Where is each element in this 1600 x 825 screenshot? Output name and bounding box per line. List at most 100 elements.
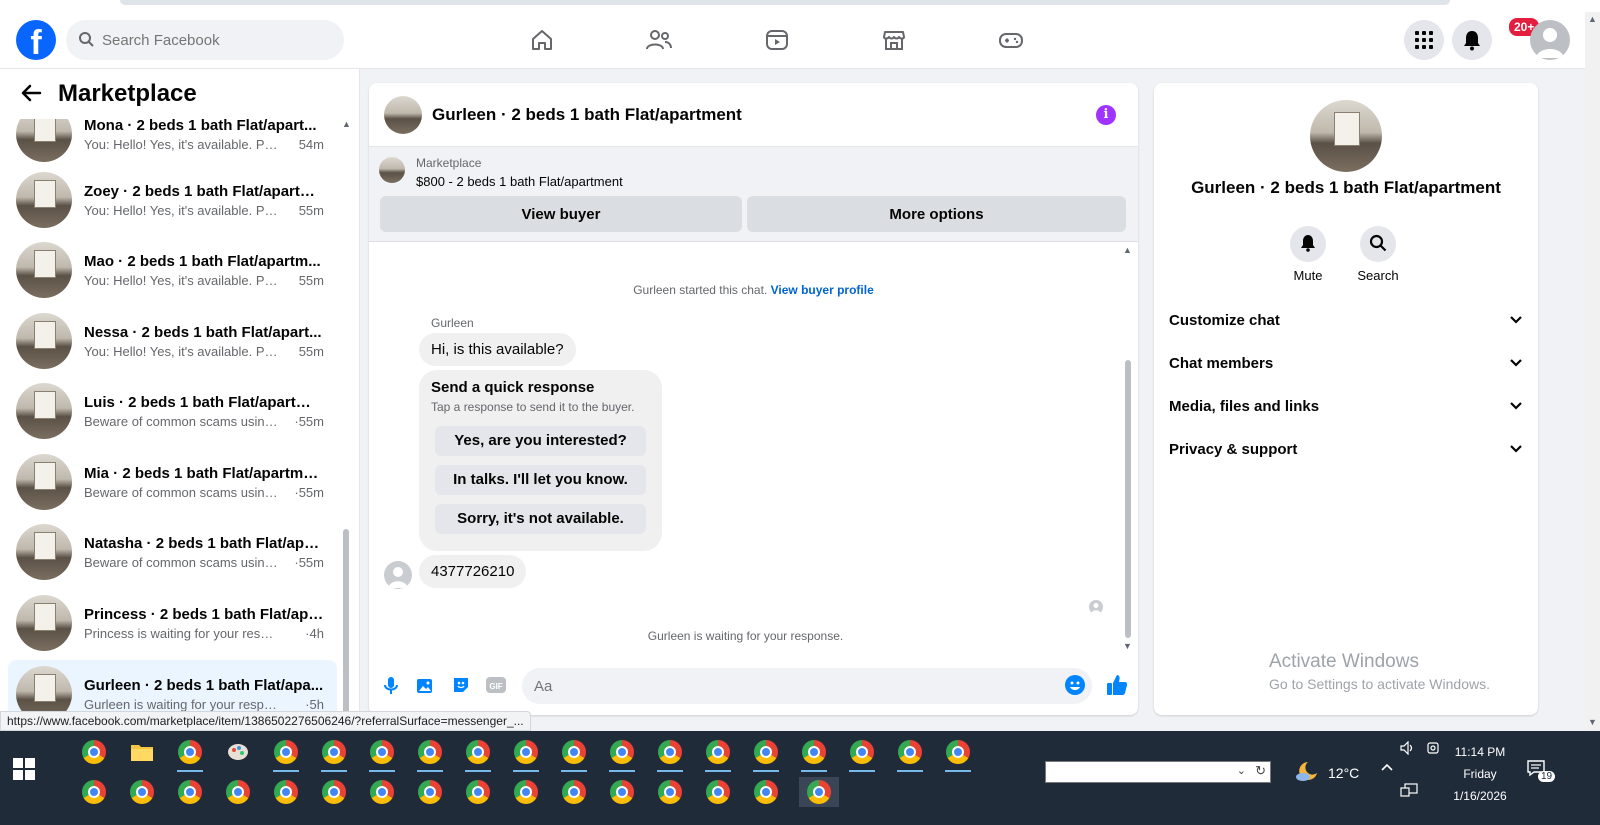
conversation-item[interactable]: Zoey · 2 beds 1 bath Flat/apartm... You:… <box>8 166 337 234</box>
chat-scrollbar[interactable]: ▲ ▼ <box>1123 243 1133 653</box>
file-explorer-taskbar-icon[interactable] <box>127 737 157 767</box>
customize-chat-section[interactable]: Customize chat <box>1169 300 1523 340</box>
conversation-item[interactable]: Natasha · 2 beds 1 bath Flat/apa... Bewa… <box>8 518 337 586</box>
chrome-profile-taskbar-icon[interactable] <box>751 777 781 807</box>
chrome-profile-taskbar-icon[interactable] <box>319 777 349 807</box>
search-box[interactable] <box>66 20 344 60</box>
conversation-item[interactable]: Princess · 2 beds 1 bath Flat/apa... Pri… <box>8 589 337 657</box>
chrome-profile-taskbar-icon[interactable] <box>511 737 541 772</box>
conversation-item[interactable]: Mao · 2 beds 1 bath Flat/apartm... You: … <box>8 236 337 304</box>
listing-thumbnail[interactable] <box>379 157 405 183</box>
quick-reply-button[interactable]: In talks. I'll let you know. <box>435 465 646 495</box>
chrome-profile-taskbar-icon[interactable] <box>223 777 253 807</box>
chrome-profile-taskbar-icon[interactable] <box>607 777 637 807</box>
quick-reply-button[interactable]: Yes, are you interested? <box>435 426 646 456</box>
gaming-icon[interactable] <box>995 24 1027 56</box>
scrollbar-thumb[interactable] <box>1125 360 1131 638</box>
more-options-button[interactable]: More options <box>747 196 1126 232</box>
search-action[interactable]: Search <box>1348 226 1408 283</box>
privacy-support-section[interactable]: Privacy & support <box>1169 429 1523 469</box>
conversation-item[interactable]: Nessa · 2 beds 1 bath Flat/apart... You:… <box>8 307 337 375</box>
taskbar-address-dropdown[interactable]: ⌄ ↻ <box>1045 761 1271 783</box>
sidebar-scrollbar[interactable]: ▲ <box>342 119 351 731</box>
chrome-profile-taskbar-icon[interactable] <box>367 777 397 807</box>
sticker-icon[interactable] <box>451 675 471 695</box>
weather-widget[interactable]: 12°C <box>1294 759 1359 786</box>
account-avatar[interactable] <box>1530 20 1570 60</box>
back-arrow-icon[interactable] <box>20 83 42 106</box>
sender-avatar[interactable] <box>384 561 412 589</box>
chrome-profile-taskbar-icon[interactable] <box>127 777 157 807</box>
like-thumb-icon[interactable] <box>1105 673 1128 695</box>
scroll-down-arrow-icon[interactable]: ▼ <box>1588 717 1597 727</box>
message-bubble[interactable]: Hi, is this available? <box>419 333 576 366</box>
message-input-box[interactable] <box>522 668 1092 704</box>
microphone-icon[interactable] <box>381 675 401 695</box>
scroll-down-arrow-icon[interactable]: ▼ <box>1123 641 1132 651</box>
chat-title[interactable]: Gurleen · 2 beds 1 bath Flat/apartment <box>432 105 742 125</box>
chrome-profile-taskbar-icon[interactable] <box>463 777 493 807</box>
video-icon[interactable] <box>761 24 793 56</box>
chrome-profile-taskbar-icon[interactable] <box>607 737 637 772</box>
mute-action[interactable]: Mute <box>1278 226 1338 283</box>
emoji-icon[interactable] <box>1065 675 1085 695</box>
chrome-profile-taskbar-icon[interactable] <box>415 777 445 807</box>
chrome-profile-taskbar-icon[interactable] <box>895 737 925 772</box>
media-files-links-section[interactable]: Media, files and links <box>1169 386 1523 426</box>
listing-price[interactable]: $800 - 2 beds 1 bath Flat/apartment <box>416 174 623 189</box>
search-input[interactable] <box>102 31 322 49</box>
conversation-item[interactable]: Luis · 2 beds 1 bath Flat/apartme... Bew… <box>8 377 337 445</box>
scroll-up-arrow-icon[interactable]: ▲ <box>1588 14 1597 24</box>
chrome-profile-taskbar-icon[interactable] <box>799 737 829 772</box>
chrome-profile-taskbar-icon[interactable] <box>559 777 589 807</box>
message-bubble[interactable]: 4377726210 <box>419 555 527 588</box>
chrome-taskbar-icon[interactable] <box>79 737 109 767</box>
view-buyer-button[interactable]: View buyer <box>380 196 742 232</box>
chrome-profile-taskbar-icon[interactable] <box>79 777 109 807</box>
page-scrollbar[interactable]: ▲ ▼ <box>1585 12 1600 731</box>
chevron-up-icon[interactable] <box>1380 759 1394 775</box>
chrome-profile-taskbar-icon[interactable] <box>271 737 301 772</box>
chrome-profile-taskbar-icon[interactable] <box>943 737 973 772</box>
chrome-profile-taskbar-icon[interactable] <box>847 737 877 772</box>
paint-taskbar-icon[interactable] <box>223 737 253 767</box>
home-icon[interactable] <box>526 24 558 56</box>
marketplace-icon[interactable] <box>878 24 910 56</box>
refresh-icon[interactable]: ↻ <box>1255 763 1266 779</box>
scroll-up-arrow-icon[interactable]: ▲ <box>1123 245 1132 255</box>
notifications-button[interactable] <box>1452 20 1492 60</box>
view-buyer-profile-link[interactable]: View buyer profile <box>771 283 874 297</box>
scrollbar-thumb[interactable] <box>343 529 349 731</box>
message-input[interactable] <box>534 677 1034 695</box>
camera-icon[interactable] <box>1426 741 1440 758</box>
chrome-profile-taskbar-icon[interactable] <box>415 737 445 772</box>
quick-reply-button[interactable]: Sorry, it's not available. <box>435 504 646 534</box>
chrome-profile-taskbar-icon[interactable] <box>175 737 205 772</box>
chrome-profile-taskbar-icon[interactable] <box>319 737 349 772</box>
chat-members-section[interactable]: Chat members <box>1169 343 1523 383</box>
facebook-logo[interactable]: f <box>16 20 56 60</box>
network-icon[interactable] <box>1400 783 1418 800</box>
chrome-profile-taskbar-icon[interactable] <box>367 737 397 772</box>
info-icon[interactable]: i <box>1096 105 1116 125</box>
menu-grid-button[interactable] <box>1404 20 1444 60</box>
chrome-profile-taskbar-icon[interactable] <box>703 737 733 772</box>
speaker-icon[interactable] <box>1400 740 1416 758</box>
chrome-profile-taskbar-icon[interactable] <box>703 777 733 807</box>
friends-icon[interactable] <box>643 24 675 56</box>
chrome-profile-taskbar-icon[interactable] <box>655 737 685 772</box>
windows-start-icon[interactable] <box>12 757 36 781</box>
chrome-profile-taskbar-icon[interactable] <box>271 777 301 807</box>
chrome-profile-taskbar-icon[interactable] <box>655 777 685 807</box>
contact-avatar[interactable] <box>1310 100 1382 172</box>
chat-avatar[interactable] <box>384 95 422 134</box>
chrome-profile-taskbar-icon[interactable] <box>559 737 589 772</box>
chrome-profile-taskbar-icon[interactable] <box>751 737 781 772</box>
chrome-profile-taskbar-icon[interactable] <box>463 737 493 772</box>
scroll-up-arrow-icon[interactable]: ▲ <box>342 119 351 129</box>
gif-icon[interactable]: GIF <box>485 675 506 695</box>
conversation-item[interactable]: Mia · 2 beds 1 bath Flat/apartme... Bewa… <box>8 448 337 516</box>
chrome-profile-taskbar-icon-active[interactable] <box>799 777 839 807</box>
photo-icon[interactable] <box>415 675 435 695</box>
chrome-profile-taskbar-icon[interactable] <box>511 777 541 807</box>
